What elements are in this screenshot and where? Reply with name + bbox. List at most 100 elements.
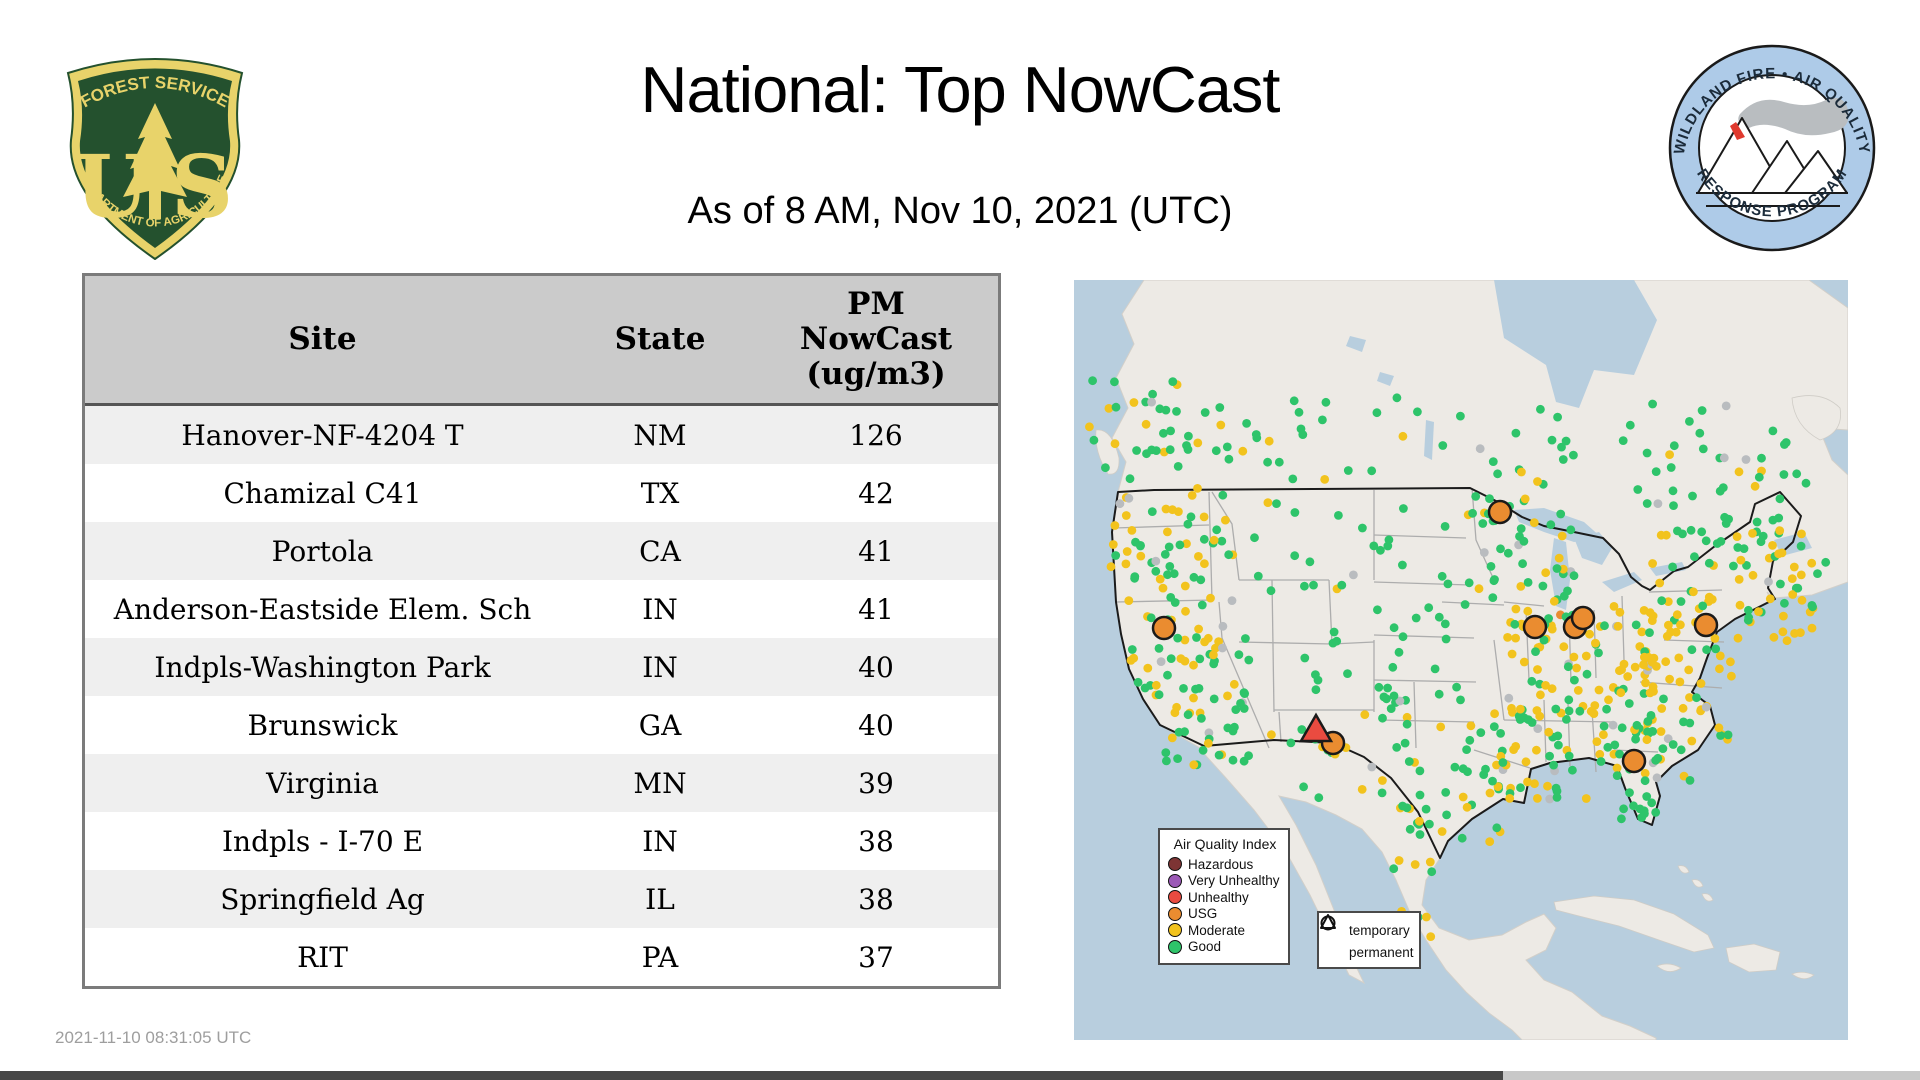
aqi-dot-texas bbox=[1421, 804, 1431, 814]
cell-site: Indpls-Washington Park bbox=[154, 650, 491, 684]
aqi-dot-norcal bbox=[1154, 644, 1164, 653]
aqi-dot-canada-east bbox=[1618, 436, 1628, 445]
aqi-dot-socal bbox=[1161, 748, 1171, 757]
aqi-dot-bc-coast bbox=[1110, 439, 1120, 449]
aqi-dot-bc-coast bbox=[1129, 398, 1139, 407]
aqi-dot-upper-midwest bbox=[1549, 596, 1559, 606]
aqi-color-swatch-icon bbox=[1168, 923, 1182, 938]
aqi-dot-south bbox=[1532, 745, 1541, 755]
aqi-dot-plains bbox=[1460, 600, 1470, 609]
aqi-dot-northeast bbox=[1697, 527, 1707, 537]
aqi-dot-socal bbox=[1203, 738, 1213, 748]
aqi-dot-mid-atlantic bbox=[1711, 644, 1721, 654]
aqi-dot-south bbox=[1527, 718, 1537, 727]
aqi-dot-northeast bbox=[1756, 537, 1766, 547]
aqi-dot-southeast bbox=[1632, 720, 1642, 730]
aqi-color-swatch-icon bbox=[1168, 939, 1182, 954]
aqi-dot-northeast bbox=[1778, 627, 1788, 637]
aqi-dot-northeast bbox=[1673, 526, 1682, 536]
aqi-dot-northeast bbox=[1676, 620, 1685, 630]
aqi-dot-canada-west bbox=[1372, 408, 1382, 418]
aqi-dot-plains bbox=[1434, 689, 1444, 699]
aqi-dot-canada-west bbox=[1183, 445, 1193, 454]
aqi-dot-mountain-west bbox=[1337, 580, 1347, 590]
aqi-dot-upper-midwest bbox=[1569, 571, 1579, 581]
monitor-type-legend-item: temporary bbox=[1320, 915, 1415, 941]
aqi-dot-mid-atlantic bbox=[1727, 671, 1736, 681]
aqi-dot-florida bbox=[1617, 814, 1626, 824]
aqi-dot-northeast bbox=[1716, 537, 1726, 546]
cell-state: GA bbox=[638, 708, 682, 742]
aqi-dot-canada-east bbox=[1651, 467, 1661, 476]
aqi-dot-socal bbox=[1214, 750, 1224, 760]
aqi-dot-canada-west bbox=[1274, 457, 1284, 467]
aqi-dot-northeast bbox=[1704, 558, 1714, 568]
aqi-dot-south bbox=[1554, 740, 1563, 750]
aqi-dot-pacific-northwest bbox=[1108, 540, 1118, 549]
aqi-dot-pacific-northwest bbox=[1151, 566, 1161, 576]
aqi-dot-mountain-west bbox=[1240, 689, 1249, 698]
aqi-dot-mexico-border bbox=[1425, 857, 1435, 867]
aqi-dot-texas bbox=[1492, 823, 1502, 833]
aqi-dot-canada-east bbox=[1688, 491, 1697, 501]
aqi-dot-midwest-ohio-valley bbox=[1572, 663, 1581, 673]
aqi-dot-south bbox=[1551, 704, 1561, 714]
aqi-color-swatch-icon bbox=[1168, 857, 1182, 872]
aqi-legend-item: Unhealthy bbox=[1168, 889, 1282, 906]
aqi-dot-mountain-west bbox=[1378, 713, 1387, 723]
aqi-dot-south bbox=[1530, 779, 1539, 789]
aqi-dot-midwest-ohio-valley bbox=[1631, 620, 1641, 630]
aqi-dot-upper-midwest bbox=[1485, 494, 1494, 503]
aqi-dot-canada-east bbox=[1698, 444, 1708, 454]
aqi-dot-southeast bbox=[1687, 736, 1697, 746]
nowcast-table: Site State PM NowCast (ug/m3) Hanover-NF-4… bbox=[82, 273, 1001, 989]
aqi-dot-midwest-ohio-valley bbox=[1616, 688, 1626, 698]
aqi-dot-canada-east bbox=[1697, 406, 1707, 415]
aqi-dot-canada-west bbox=[1321, 397, 1331, 407]
aqi-dot-pacific-northwest bbox=[1127, 526, 1137, 535]
aqi-dot-canada-west bbox=[1294, 407, 1304, 417]
aqi-dot-plains bbox=[1379, 692, 1389, 702]
aqi-dot-mountain-west bbox=[1300, 653, 1310, 663]
aqi-dot-south bbox=[1589, 709, 1599, 718]
aqi-dot-maritimes bbox=[1813, 569, 1822, 578]
aqi-dot-canada-east bbox=[1750, 481, 1760, 491]
aqi-color-swatch-icon bbox=[1168, 906, 1182, 921]
aqi-dot-norcal bbox=[1195, 654, 1205, 664]
aqi-dot-texas bbox=[1400, 738, 1410, 748]
aqi-dot-mountain-west bbox=[1349, 570, 1358, 580]
aqi-dot-pacific-northwest bbox=[1124, 493, 1134, 503]
aqi-dot-mid-atlantic bbox=[1640, 652, 1649, 662]
table-row: Springfield Ag IL 38 bbox=[85, 870, 998, 928]
aqi-dot-texas bbox=[1415, 766, 1425, 776]
aqi-dot-northeast bbox=[1793, 583, 1803, 593]
aqi-dot-mountain-west bbox=[1229, 679, 1239, 689]
aqi-dot-south bbox=[1516, 704, 1525, 714]
aqi-dot-northeast bbox=[1645, 628, 1654, 637]
aqi-dot-midwest-ohio-valley bbox=[1613, 621, 1623, 631]
aqi-dot-mid-atlantic bbox=[1684, 665, 1694, 675]
aqi-dot-florida bbox=[1647, 798, 1657, 808]
aqi-dot-plains bbox=[1398, 632, 1408, 642]
aqi-dot-southwest bbox=[1392, 743, 1402, 752]
aqi-dot-pacific-northwest bbox=[1199, 512, 1209, 522]
aqi-dot-florida bbox=[1612, 771, 1622, 780]
aqi-dot-norcal bbox=[1151, 680, 1161, 690]
aqi-dot-southeast bbox=[1652, 773, 1662, 783]
aqi-dot-northeast bbox=[1686, 525, 1696, 535]
cell-state: CA bbox=[639, 534, 681, 568]
aqi-dot-canada-east bbox=[1779, 470, 1789, 479]
generation-timestamp: 2021-11-10 08:31:05 UTC bbox=[55, 1028, 252, 1047]
aqi-dot-canada-west bbox=[1211, 446, 1221, 456]
aqi-dot-midwest-ohio-valley bbox=[1503, 633, 1512, 642]
aqi-dot-texas bbox=[1481, 764, 1490, 774]
aqi-dot-canada-central bbox=[1561, 436, 1571, 446]
cell-site: Springfield Ag bbox=[220, 882, 425, 916]
aqi-dot-northeast bbox=[1789, 562, 1799, 572]
aqi-dot-mountain-west bbox=[1384, 535, 1394, 545]
cell-pm-nowcast: 126 bbox=[849, 418, 903, 452]
aqi-dot-canada-east bbox=[1642, 448, 1652, 458]
aqi-dot-norcal bbox=[1218, 643, 1227, 653]
aqi-dot-canada-east bbox=[1719, 453, 1729, 463]
aqi-dot-bc-coast bbox=[1125, 474, 1135, 484]
